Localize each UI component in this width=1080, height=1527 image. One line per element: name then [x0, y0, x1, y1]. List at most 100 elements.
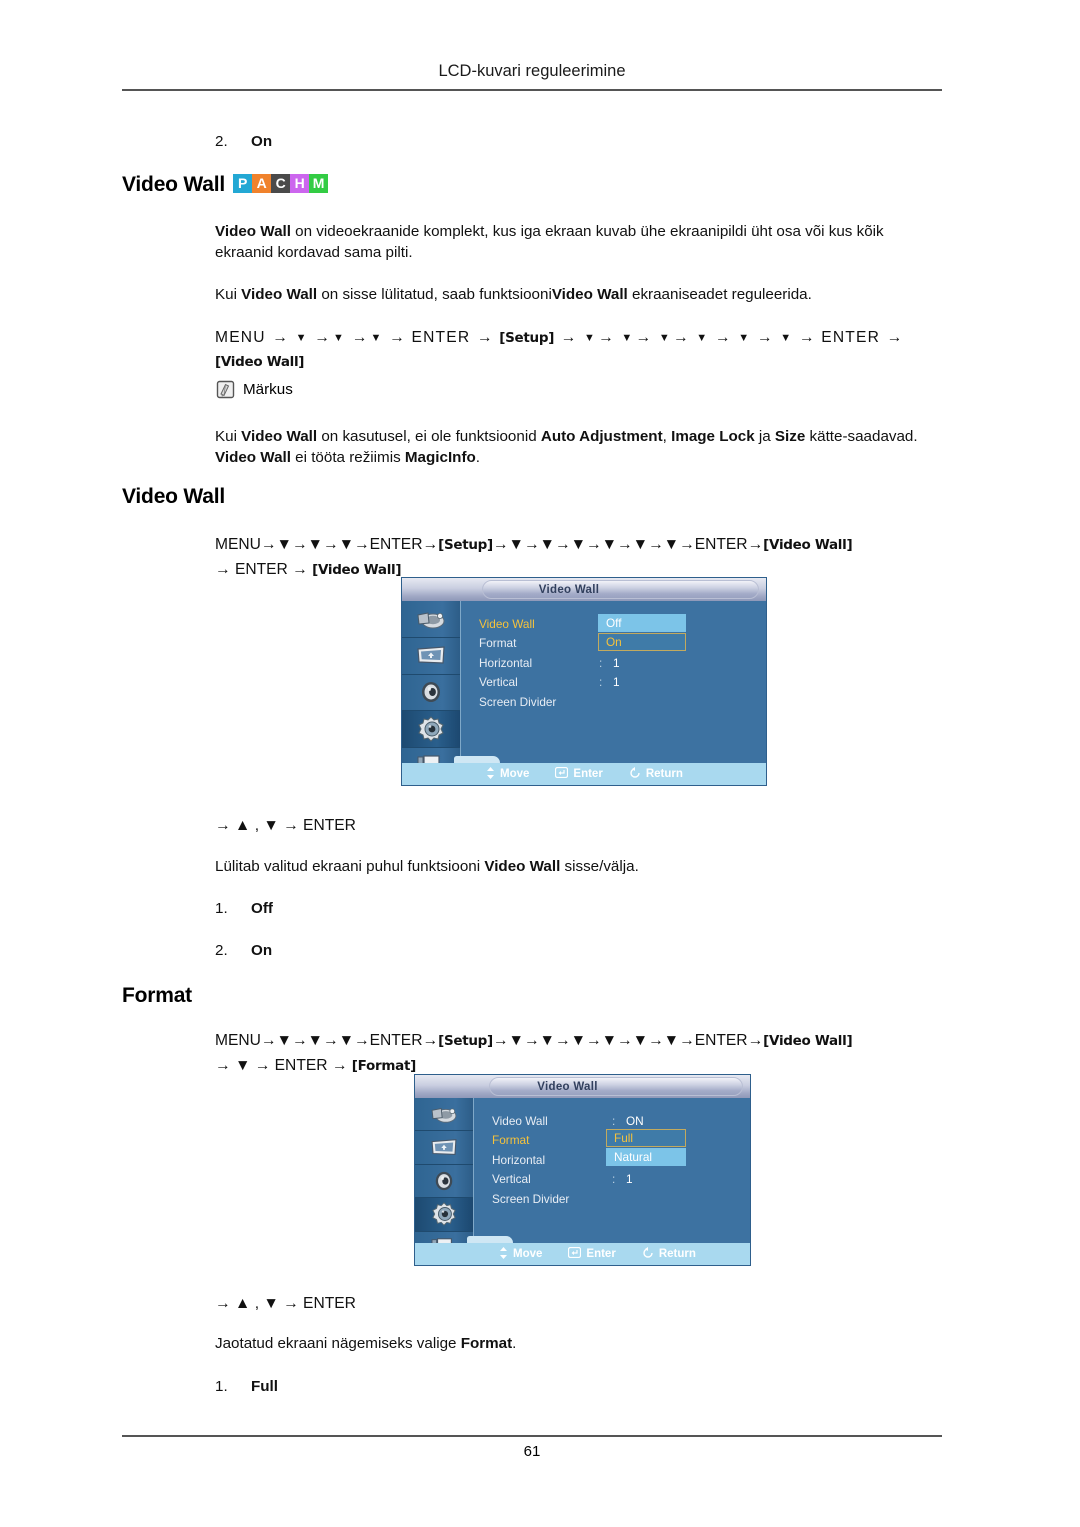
arrow-down-icon: ▼	[738, 332, 750, 344]
osd-sidebar-item-screen[interactable]	[402, 638, 460, 675]
note-pencil-icon	[215, 379, 236, 400]
arrow-right-icon: →	[586, 1032, 602, 1049]
arrow-down-icon: ▼	[508, 536, 524, 553]
list-item-value: On	[251, 942, 273, 959]
arrow-down-icon: ▼	[601, 536, 618, 553]
desc-vw-c: sisse/välja.	[560, 858, 639, 875]
osd-screenshot-format: Video Wall Video Wall: ON Format Horizo…	[414, 1074, 751, 1266]
tag-video-wall: [Video Wall]	[215, 354, 305, 371]
arrow-right-icon: →	[648, 1032, 664, 1049]
note-bold-magicinfo: MagicInfo	[404, 448, 476, 466]
note-bold-image-lock: Image Lock	[671, 428, 755, 445]
menu-path-format-cont: → ▼ → ENTER → [Format]	[215, 1054, 416, 1078]
osd-sidebar-item-sound[interactable]	[402, 675, 460, 712]
osd-footer-enter-label: Enter	[586, 1248, 616, 1260]
osd-row[interactable]: Vertical : 1	[492, 1170, 750, 1190]
intro-p2-a: Kui	[215, 286, 242, 303]
arrow-right-icon: →	[523, 1032, 540, 1049]
osd-row[interactable]: Vertical : 1	[479, 673, 766, 693]
list-item-value: Full	[251, 1378, 278, 1395]
enter-key-icon	[568, 1246, 582, 1261]
arrow-down-icon: ▼	[370, 332, 382, 344]
enter-key-icon	[555, 766, 569, 781]
arrow-down-icon: ▼	[307, 1032, 323, 1049]
osd-title-text: Video Wall	[538, 583, 600, 596]
tag-video-wall: [Video Wall]	[763, 537, 853, 553]
osd-option-off[interactable]: Off	[598, 614, 686, 632]
osd-row[interactable]: Screen Divider	[492, 1189, 750, 1209]
arrow-right-icon: →	[215, 561, 231, 578]
osd-sidebar-item-setup[interactable]	[402, 711, 460, 749]
osd-colon: :	[612, 1172, 616, 1187]
list-item-number: 1.	[215, 1378, 228, 1395]
arrow-right-icon: →	[679, 1032, 695, 1049]
screen-icon	[429, 1137, 459, 1159]
return-arrow-icon	[629, 766, 641, 782]
osd-footer-return[interactable]: Return	[642, 1246, 696, 1262]
desc-vw-bold: Video Wall	[484, 858, 561, 875]
enter-key-label: ENTER	[274, 1057, 328, 1074]
osd-footer-return[interactable]: Return	[629, 766, 683, 782]
keys-line-video-wall: → ▲ , ▼ → ENTER	[215, 817, 356, 834]
arrow-right-icon: →	[354, 1032, 370, 1049]
arrow-down-icon: ▼	[583, 332, 596, 344]
list-item-number: 2.	[215, 133, 228, 150]
osd-sidebar	[402, 601, 461, 785]
return-arrow-icon	[642, 1246, 654, 1262]
arrow-right-icon: →	[747, 1032, 764, 1049]
setup-gear-icon	[430, 1201, 458, 1227]
intro-paragraph-2: Kui Video Wall on sisse lülitatud, saab …	[215, 285, 955, 306]
osd-body: Video Wall : ON Format : Horizontal : Ve…	[415, 1098, 750, 1265]
setup-gear-icon	[416, 715, 446, 743]
arrow-right-icon: →	[598, 329, 614, 346]
list-item: 2. On	[215, 133, 272, 150]
arrow-down-icon: ▼	[663, 1032, 680, 1049]
arrow-right-icon: →	[291, 536, 308, 553]
osd-footer-move[interactable]: Move	[486, 766, 529, 782]
osd-row[interactable]: Video Wall : ON	[492, 1111, 750, 1131]
osd-footer-enter[interactable]: Enter	[568, 1246, 616, 1261]
model-badge-c: C	[271, 173, 291, 193]
arrow-right-icon: →	[586, 536, 602, 553]
list-item: 1. Full	[215, 1378, 278, 1395]
arrow-right-icon: →	[560, 329, 577, 346]
arrow-right-icon: →	[672, 329, 689, 346]
osd-label-horizontal: Horizontal	[479, 655, 533, 670]
note-text-f: kätte-saadavad.	[805, 428, 918, 445]
osd-sidebar-item-picture[interactable]	[402, 601, 460, 638]
osd-colon: :	[599, 655, 603, 670]
osd-sidebar-item-screen[interactable]	[415, 1131, 473, 1165]
arrow-right-icon: →	[635, 329, 652, 346]
osd-sidebar-item-setup[interactable]	[415, 1198, 473, 1232]
arrow-right-icon: →	[617, 536, 633, 553]
tag-video-wall: [Video Wall]	[763, 1033, 853, 1049]
arrow-down-icon: ▼	[632, 536, 649, 553]
osd-row[interactable]: Screen Divider	[479, 692, 766, 712]
arrow-down-icon: ▼	[276, 536, 292, 553]
menu-path-intro: MENU → ▼ → ▼ → ▼ → ENTER → [Setup] → ▼ → ▼ →…	[215, 326, 975, 374]
osd-footer-move[interactable]: Move	[499, 1246, 542, 1262]
arrow-down-icon: ▼	[632, 1032, 649, 1049]
arrow-down-icon: ▼	[570, 1032, 587, 1049]
desc-vw-a: Lülitab valitud ekraani puhul funktsioon…	[215, 858, 485, 875]
arrow-down-icon: ▼	[601, 1032, 618, 1049]
osd-sidebar-item-sound[interactable]	[415, 1165, 473, 1199]
arrow-right-icon: →	[422, 536, 439, 553]
osd-sidebar-item-picture[interactable]	[415, 1098, 473, 1132]
description-video-wall: Lülitab valitud ekraani puhul funktsioon…	[215, 857, 945, 878]
arrow-right-icon: →	[492, 536, 509, 553]
osd-footer-enter[interactable]: Enter	[555, 766, 603, 781]
osd-option-on[interactable]: On	[598, 633, 686, 651]
arrow-right-icon: →	[322, 536, 339, 553]
arrow-right-icon: →	[291, 1032, 308, 1049]
arrow-right-icon: →	[254, 1057, 271, 1074]
osd-row[interactable]: Horizontal : 1	[479, 653, 766, 673]
footer-divider	[122, 1435, 942, 1437]
osd-value-horizontal: 1	[613, 655, 620, 670]
osd-option-full[interactable]: Full	[606, 1129, 686, 1147]
note-text-d: ,	[662, 428, 672, 445]
arrow-right-icon: →	[351, 329, 368, 346]
arrow-right-icon: →	[679, 536, 695, 553]
osd-option-natural[interactable]: Natural	[606, 1148, 686, 1166]
arrow-right-icon: →	[389, 329, 405, 346]
